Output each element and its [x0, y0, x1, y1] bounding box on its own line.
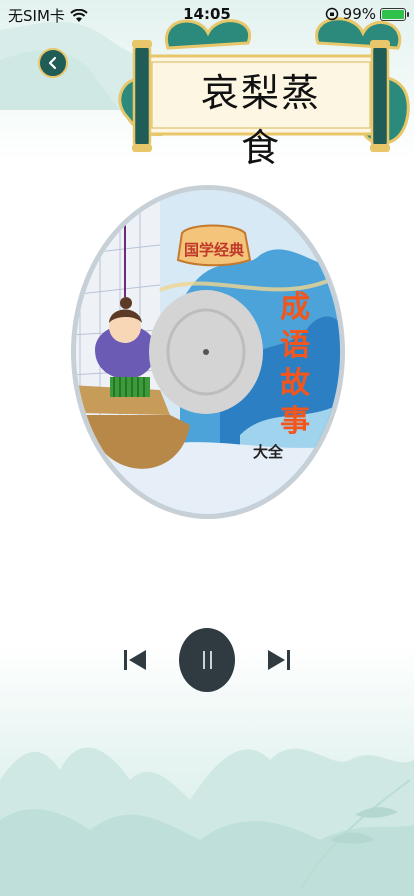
battery-percent: 99% — [342, 5, 376, 23]
battery-icon — [380, 7, 409, 21]
cover-title-3: 故 — [280, 366, 311, 401]
skip-previous-icon — [124, 650, 146, 670]
cover-title-2: 语 — [280, 328, 310, 363]
mountain-background — [0, 747, 414, 896]
chevron-left-icon — [48, 56, 57, 70]
orientation-lock-icon — [325, 7, 338, 21]
pause-button[interactable] — [179, 628, 235, 692]
cover-title-4: 事 — [280, 404, 310, 439]
pause-icon-bar — [209, 651, 212, 669]
status-right: 99% — [325, 5, 409, 23]
album-disc[interactable]: 国学经典 成 语 故 事 大全 — [70, 185, 346, 520]
album-cover-art: 国学经典 成 语 故 事 大全 — [71, 185, 345, 519]
pause-icon — [202, 651, 205, 669]
cover-subtitle: 大全 — [253, 443, 284, 461]
skip-next-icon — [268, 650, 290, 670]
page-title: 哀梨蒸食 — [200, 71, 321, 170]
cover-badge: 国学经典 — [184, 241, 244, 259]
battery-fill — [382, 9, 404, 19]
previous-button[interactable] — [120, 645, 150, 675]
playback-controls — [0, 628, 414, 694]
back-button[interactable] — [38, 48, 68, 78]
next-button[interactable] — [264, 645, 294, 675]
cover-title-1: 成 — [280, 290, 310, 325]
status-bar: 无SIM卡 14:05 99% — [0, 0, 414, 30]
